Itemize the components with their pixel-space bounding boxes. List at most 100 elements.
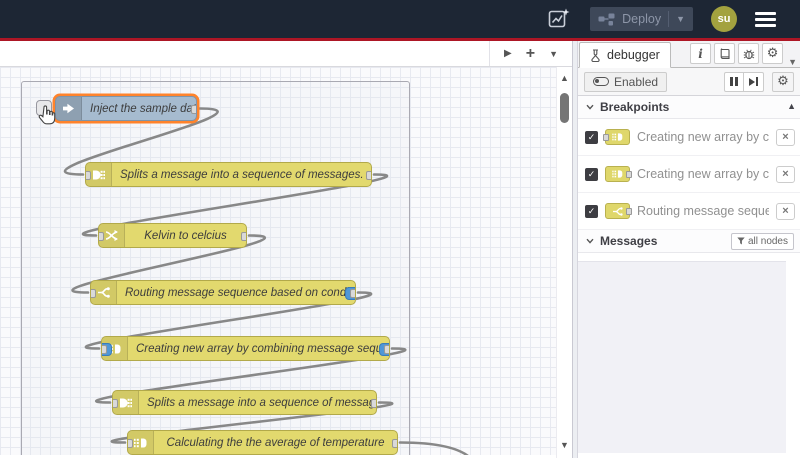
sidebar-tab-bar: debugger i ⚙ ▼	[578, 41, 800, 68]
breakpoint-row[interactable]: ✓ Creating new array by combining messag…	[578, 119, 800, 156]
main-menu-button[interactable]	[755, 11, 776, 27]
debugger-toolbar: Enabled ⚙	[578, 68, 800, 96]
input-port[interactable]	[113, 399, 118, 408]
flow-list-caret-icon[interactable]: ▼	[549, 49, 558, 59]
output-port[interactable]	[366, 171, 371, 180]
messages-section-header[interactable]: Messages all nodes	[578, 230, 800, 253]
flow-sparkle-icon	[548, 8, 570, 28]
node-join[interactable]: Creating new array by combining message …	[101, 336, 390, 361]
input-port[interactable]	[91, 289, 96, 298]
pause-icon	[730, 77, 738, 86]
book-icon	[720, 47, 730, 59]
header-bar: Deploy ▼ su	[0, 0, 800, 38]
chevron-down-icon	[586, 104, 594, 110]
tab-debugger-label: debugger	[607, 48, 660, 62]
breakpoint-row[interactable]: ✓ Creating new array by combining messag…	[578, 156, 800, 193]
deploy-button-label: Deploy	[622, 12, 662, 26]
assistant-button[interactable]	[546, 6, 572, 32]
flow-tab-controls: ▶ + ▼	[489, 41, 572, 66]
input-port[interactable]	[128, 439, 133, 448]
output-port[interactable]	[191, 105, 196, 114]
bug-icon	[743, 49, 754, 59]
info-icon: i	[698, 46, 703, 61]
breakpoint-checkbox[interactable]: ✓	[585, 204, 598, 218]
breakpoints-title: Breakpoints	[600, 100, 670, 114]
input-port	[603, 133, 609, 141]
input-port[interactable]	[99, 232, 104, 241]
debugger-enabled-toggle[interactable]: Enabled	[584, 71, 668, 92]
node-label: Splits a message into a sequence of mess…	[147, 396, 377, 409]
output-port[interactable]	[241, 232, 246, 241]
join-node-chip	[605, 166, 632, 182]
output-port[interactable]	[350, 289, 355, 298]
node-join[interactable]: Calculating the the average of temperatu…	[127, 430, 398, 455]
tab-debugger[interactable]: debugger	[579, 42, 671, 68]
cursor-pointer-icon	[38, 105, 56, 125]
remove-breakpoint-button[interactable]: ×	[776, 165, 795, 183]
breakpoint-row[interactable]: ✓ Routing message sequence based on cond…	[578, 193, 800, 230]
output-port	[626, 170, 632, 178]
breakpoints-section-header[interactable]: Breakpoints ▲	[578, 96, 800, 119]
tab-config-button[interactable]: ⚙	[762, 43, 784, 64]
deploy-icon	[598, 13, 615, 25]
join-icon	[612, 133, 623, 141]
node-split[interactable]: Splits a message into a sequence of mess…	[112, 390, 377, 415]
node-inject[interactable]: Inject the sample data	[55, 96, 197, 121]
node-label: Calculating the the average of temperatu…	[166, 436, 385, 449]
list-scroll-up-icon[interactable]: ▲	[787, 101, 796, 111]
step-button[interactable]	[744, 71, 764, 92]
input-port[interactable]	[86, 171, 91, 180]
tab-debug-button[interactable]	[738, 43, 760, 64]
join-node-chip	[603, 129, 630, 145]
messages-title: Messages	[600, 234, 658, 248]
node-label: Creating new array by combining message …	[136, 342, 390, 355]
deploy-button[interactable]: Deploy ▼	[590, 7, 693, 31]
gear-icon: ⚙	[766, 46, 779, 61]
flow-canvas[interactable]: Inject the sample data Splits a message …	[0, 67, 572, 458]
output-port[interactable]	[371, 399, 376, 408]
messages-body	[578, 253, 800, 458]
breakpoint-label: Creating new array by combining message …	[637, 167, 769, 181]
flask-icon	[591, 48, 600, 62]
node-label: Splits a message into a sequence of mess…	[120, 168, 364, 181]
node-change[interactable]: Kelvin to celcius	[98, 223, 247, 248]
scroll-up-icon[interactable]: ▲	[557, 73, 572, 83]
sidebar: debugger i ⚙ ▼ Enabled ⚙ Breakpoints ▲ ✓…	[578, 41, 800, 458]
input-port[interactable]	[102, 345, 107, 354]
join-icon	[612, 170, 623, 178]
output-port[interactable]	[384, 345, 389, 354]
tab-scroll-right-icon[interactable]: ▶	[504, 48, 512, 59]
user-avatar[interactable]: su	[711, 6, 737, 32]
canvas-vertical-scrollbar[interactable]: ▲ ▼	[556, 67, 572, 458]
breakpoint-checkbox[interactable]: ✓	[585, 167, 598, 181]
filter-label: all nodes	[747, 235, 788, 247]
debugger-settings-button[interactable]: ⚙	[772, 71, 794, 92]
chevron-down-icon	[586, 238, 594, 244]
node-split[interactable]: Splits a message into a sequence of mess…	[85, 162, 372, 187]
tab-help-button[interactable]	[714, 43, 736, 64]
toggle-icon	[593, 77, 609, 86]
node-label: Kelvin to celcius	[144, 229, 227, 242]
enabled-label: Enabled	[614, 74, 659, 89]
gear-icon: ⚙	[777, 74, 789, 89]
filter-funnel-icon	[737, 237, 745, 245]
tab-info-button[interactable]: i	[690, 43, 712, 64]
hamburger-icon	[755, 11, 776, 15]
step-icon	[749, 77, 758, 86]
breakpoint-checkbox[interactable]: ✓	[585, 130, 598, 144]
pause-button[interactable]	[724, 71, 744, 92]
remove-breakpoint-button[interactable]: ×	[776, 128, 795, 146]
remove-breakpoint-button[interactable]: ×	[776, 202, 795, 220]
deploy-caret-icon[interactable]: ▼	[676, 14, 685, 24]
node-switch[interactable]: Routing message sequence based on condit…	[90, 280, 356, 305]
scroll-down-icon[interactable]: ▼	[557, 440, 572, 450]
sidebar-tabs-caret-icon[interactable]: ▼	[788, 57, 797, 67]
output-port[interactable]	[392, 439, 397, 448]
inject-icon	[56, 97, 82, 120]
sidebar-tab-buttons: i ⚙	[690, 43, 784, 64]
add-flow-button[interactable]: +	[526, 45, 535, 63]
node-red-app: Deploy ▼ su ▶ + ▼ Inject the sample data…	[0, 0, 800, 458]
switch-node-chip	[605, 203, 632, 219]
messages-filter-button[interactable]: all nodes	[730, 232, 794, 250]
scrollbar-thumb[interactable]	[560, 93, 569, 123]
